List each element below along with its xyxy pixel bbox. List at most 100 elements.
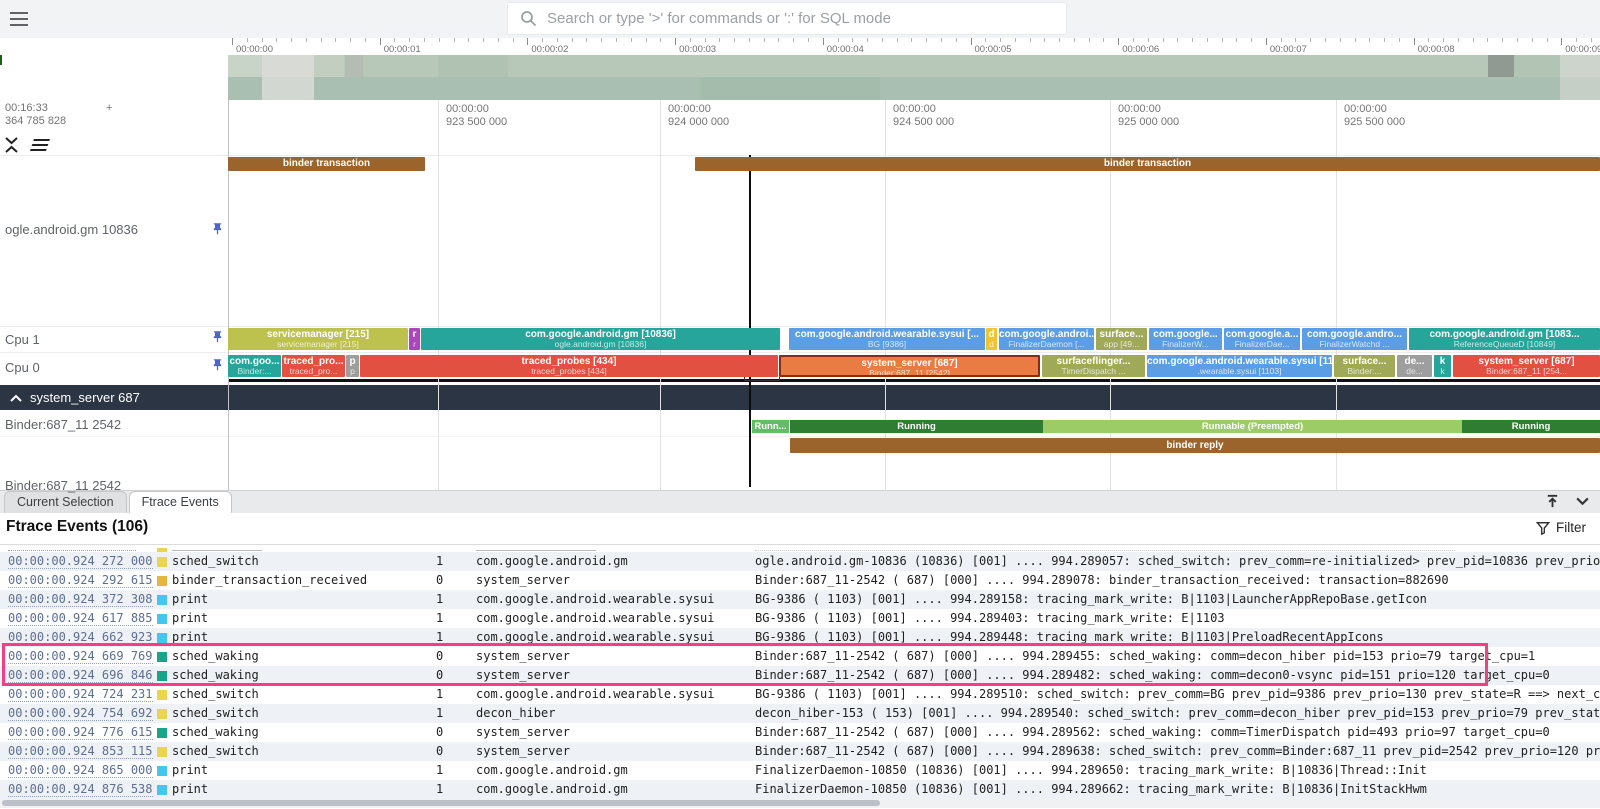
ruler-minor-tick bbox=[956, 38, 957, 42]
row-timestamp[interactable]: 00:00:00.924 617 885 bbox=[8, 609, 156, 628]
cpu-slice[interactable]: surfaceflinger...TimerDispatch ... bbox=[1042, 355, 1145, 377]
cpu-slice[interactable]: com.google.andro...FinalizerWatchd ... bbox=[1302, 328, 1407, 350]
cpu-slice[interactable]: traced_probes [434]traced_probes [434] bbox=[360, 355, 778, 377]
cpu-slice[interactable]: system_server [687]Binder:687_11 [2542] bbox=[779, 355, 1040, 377]
table-row[interactable]: 00:00:00.924 696 846sched_waking0system_… bbox=[0, 666, 1600, 685]
table-row[interactable]: 00:00:00.924 617 885print1com.google.and… bbox=[0, 609, 1600, 628]
menu-icon[interactable] bbox=[10, 12, 28, 26]
collapse-tracks-icon[interactable] bbox=[4, 137, 19, 153]
ruler-minor-tick bbox=[1000, 38, 1001, 42]
cpu-slice[interactable]: kk bbox=[1434, 355, 1451, 377]
table-row[interactable]: 00:00:00.924 292 615binder_transaction_r… bbox=[0, 571, 1600, 590]
table-row[interactable]: 00:00:00.924 754 692sched_switch1decon_h… bbox=[0, 704, 1600, 723]
ruler-minor-tick bbox=[350, 38, 351, 42]
row-timestamp[interactable]: 00:00:00.924 876 538 bbox=[8, 780, 156, 799]
track-label-cpu0[interactable]: Cpu 0 bbox=[5, 360, 40, 375]
row-timestamp[interactable]: 00:00:00.924 662 923 bbox=[8, 628, 156, 647]
table-row[interactable]: 00:00:00.924 272 000sched_switch1com.goo… bbox=[0, 552, 1600, 571]
track-label-process[interactable]: ogle.android.gm 10836 bbox=[5, 222, 138, 237]
table-row[interactable]: 00:00:00.924 372 308print1com.google.and… bbox=[0, 590, 1600, 609]
divider bbox=[0, 326, 1600, 327]
thread-state-slice[interactable]: Running bbox=[1462, 420, 1600, 433]
cpu-slice[interactable]: com.google.android.wearable.sysui [...BG… bbox=[789, 328, 985, 350]
cpu-slice[interactable]: com.goo...Binder:... bbox=[228, 355, 281, 377]
slice-subtitle: Binder:... bbox=[1334, 367, 1395, 376]
row-timestamp[interactable]: 00:00:00.924 776 615 bbox=[8, 723, 156, 742]
timebar-label: 00:00:00924 000 000 bbox=[668, 103, 729, 129]
duration-bracket bbox=[744, 377, 780, 381]
row-timestamp[interactable]: 00:00:00.924 696 846 bbox=[8, 666, 156, 685]
row-event-name: print bbox=[172, 761, 432, 780]
cpu-slice[interactable]: surface...app [49... bbox=[1096, 328, 1147, 350]
thread-state-slice[interactable]: Running bbox=[790, 420, 1043, 433]
row-timestamp[interactable]: 00:00:00.924 272 000 bbox=[8, 552, 156, 571]
table-row[interactable]: 00:00:00.924 853 115sched_switch0system_… bbox=[0, 742, 1600, 761]
table-row[interactable]: 00:00:00.924 724 231sched_switch1com.goo… bbox=[0, 685, 1600, 704]
row-timestamp[interactable]: 00:00:00.924 372 308 bbox=[8, 590, 156, 609]
ruler-minor-tick bbox=[1281, 38, 1282, 42]
collapse-panel-icon[interactable] bbox=[1575, 493, 1590, 508]
cpu-slice[interactable]: com.google.android.gm [1083...ReferenceQ… bbox=[1409, 328, 1600, 350]
ruler-minor-tick bbox=[1428, 38, 1429, 42]
row-timestamp[interactable]: 00:00:00.924 669 769 bbox=[8, 647, 156, 666]
ruler-tick-label: 00:00:03 bbox=[679, 44, 716, 55]
table-row[interactable]: 00:00:00.924 662 923print1com.google.and… bbox=[0, 628, 1600, 647]
track-label-binder-thread-clipped[interactable]: Binder:687_11 2542 bbox=[5, 478, 121, 493]
table-row[interactable]: 00:00:00.924 876 538print1com.google.and… bbox=[0, 780, 1600, 799]
timebar-label: 00:00:00923 500 000 bbox=[446, 103, 507, 129]
cpu-slice[interactable]: traced_pro...traced_pro... bbox=[282, 355, 345, 377]
cpu-slice[interactable]: com.google.android.wearable.sysui [1103]… bbox=[1147, 355, 1332, 377]
filter-funnel-icon bbox=[1536, 521, 1550, 535]
row-timestamp[interactable]: 00:00:00.924 754 692 bbox=[8, 704, 156, 723]
ruler-minor-tick bbox=[1487, 38, 1488, 42]
row-timestamp[interactable]: 00:00:00.924 292 615 bbox=[8, 571, 156, 590]
cpu-slice[interactable]: rr bbox=[409, 328, 420, 350]
slice-subtitle: Binder:... bbox=[228, 367, 281, 376]
ruler-minor-tick bbox=[1576, 38, 1577, 42]
expand-panel-icon[interactable] bbox=[1544, 493, 1561, 510]
row-timestamp[interactable]: 00:00:00.924 724 231 bbox=[8, 685, 156, 704]
table-row[interactable]: 00:00:00.924 669 769sched_waking0system_… bbox=[0, 647, 1600, 666]
pin-icon[interactable] bbox=[210, 330, 225, 345]
table-row[interactable]: 00:00:00.924 865 000print1com.google.and… bbox=[0, 761, 1600, 780]
pin-icon[interactable] bbox=[210, 222, 225, 237]
filter-button[interactable]: Filter bbox=[1536, 520, 1586, 535]
cpu-slice[interactable]: com.google.a...FinalizerDae... bbox=[1224, 328, 1300, 350]
cpu-slice[interactable]: com.google.android.gm [10836]ogle.androi… bbox=[421, 328, 780, 350]
cpu-slice[interactable]: com.google...FinalizerW... bbox=[1149, 328, 1222, 350]
track-filter-icon[interactable] bbox=[27, 138, 54, 152]
tab-current-selection[interactable]: Current Selection bbox=[4, 491, 127, 513]
row-timestamp[interactable]: 00:00:00.924 865 000 bbox=[8, 761, 156, 780]
binder-transaction-slice[interactable]: binder transaction bbox=[228, 157, 425, 171]
ruler-minor-tick bbox=[557, 38, 558, 42]
cpu-slice[interactable]: com.google.androi...FinalizerDaemon [... bbox=[999, 328, 1094, 350]
cpu-slice[interactable]: system_server [687]Binder:687_11 [254... bbox=[1453, 355, 1600, 377]
track-group-system-server[interactable]: system_server 687 bbox=[0, 385, 1600, 410]
cpu-slice[interactable]: servicemanager [215]servicemanager [215] bbox=[228, 328, 408, 350]
track-label-binder-thread[interactable]: Binder:687_11 2542 bbox=[5, 417, 121, 432]
thread-state-slice[interactable]: Runnable (Preempted) bbox=[1043, 420, 1462, 433]
horizontal-scrollbar-thumb[interactable] bbox=[2, 800, 880, 806]
cpu-slice[interactable]: dd bbox=[986, 328, 997, 350]
search-bar[interactable]: Search or type '>' for commands or ':' f… bbox=[508, 3, 1066, 34]
pinned-area-divider bbox=[228, 379, 1600, 382]
binder-reply-slice[interactable]: binder reply bbox=[790, 438, 1600, 453]
event-color-chip bbox=[157, 785, 167, 795]
cpu-slice[interactable]: surface...Binder:... bbox=[1334, 355, 1395, 377]
tab-ftrace-events[interactable]: Ftrace Events bbox=[129, 491, 232, 513]
table-row[interactable]: 00:00:00.924 776 615sched_waking0system_… bbox=[0, 723, 1600, 742]
row-timestamp[interactable]: 00:00:00.924 853 115 bbox=[8, 742, 156, 761]
track-label-cpu1[interactable]: Cpu 1 bbox=[5, 332, 40, 347]
binder-transaction-slice[interactable]: binder transaction bbox=[695, 157, 1600, 171]
chevron-up-icon bbox=[10, 394, 22, 402]
viewport-time-label: 00:16:33 364 785 828 bbox=[5, 102, 66, 128]
thread-state-slice[interactable]: Runn... bbox=[752, 420, 789, 433]
cpu-slice[interactable]: pp bbox=[346, 355, 359, 377]
ruler-minor-tick bbox=[409, 38, 410, 42]
ruler-minor-tick bbox=[793, 38, 794, 42]
pin-icon[interactable] bbox=[210, 358, 225, 373]
row-args: Binder:687_11-2542 ( 687) [000] .... 994… bbox=[755, 666, 1600, 685]
cpu-slice[interactable]: de...de... bbox=[1397, 355, 1432, 377]
row-args: BG-9386 ( 1103) [001] .... 994.289510: s… bbox=[755, 685, 1600, 704]
row-process: system_server bbox=[476, 647, 748, 666]
